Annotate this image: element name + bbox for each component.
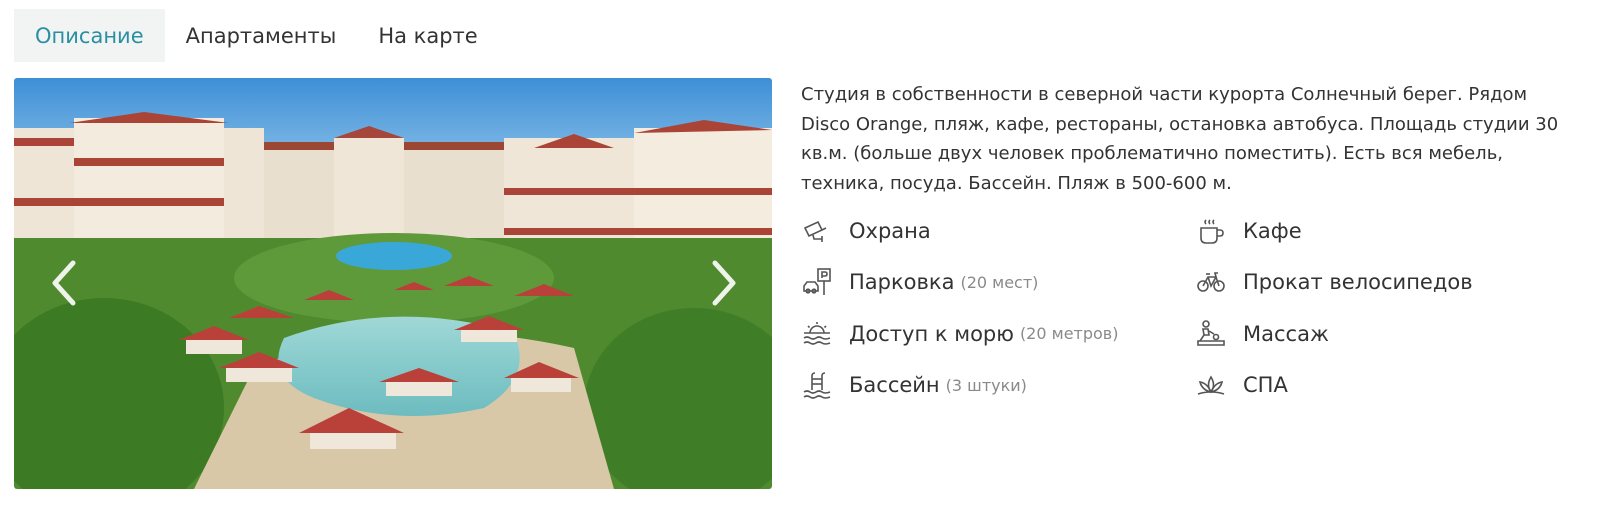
amenity-massage: Массаж bbox=[1195, 308, 1575, 360]
resort-photo bbox=[14, 78, 772, 489]
amenity-note: (20 мест) bbox=[960, 272, 1039, 292]
amenity-note: (20 метров) bbox=[1019, 324, 1119, 344]
tab-bar: Описание Апартаменты На карте bbox=[14, 9, 499, 62]
amenity-note: (3 штуки) bbox=[945, 375, 1027, 395]
next-photo-button[interactable] bbox=[698, 253, 750, 313]
amenity-label: Прокат велосипедов bbox=[1243, 270, 1473, 295]
amenity-pool: Бассейн (3 штуки) bbox=[801, 360, 1195, 412]
amenity-label: Бассейн bbox=[849, 373, 940, 398]
amenity-security: Охрана bbox=[801, 205, 1195, 257]
tab-apartments[interactable]: Апартаменты bbox=[165, 9, 358, 62]
chevron-right-icon bbox=[712, 260, 736, 306]
amenity-cafe: Кафе bbox=[1195, 205, 1575, 257]
bicycle-icon bbox=[1195, 266, 1227, 298]
previous-photo-button[interactable] bbox=[38, 253, 90, 313]
amenity-label: Доступ к морю bbox=[849, 321, 1014, 346]
amenity-bike-rental: Прокат велосипедов bbox=[1195, 257, 1575, 309]
parking-icon bbox=[801, 266, 833, 298]
pool-ladder-icon bbox=[801, 369, 833, 401]
photo-gallery[interactable] bbox=[14, 78, 772, 489]
amenity-spa: СПА bbox=[1195, 360, 1575, 412]
lotus-icon bbox=[1195, 369, 1227, 401]
chevron-left-icon bbox=[52, 260, 76, 306]
amenity-label: Охрана bbox=[849, 218, 931, 243]
coffee-cup-icon bbox=[1195, 215, 1227, 247]
amenity-label: Кафе bbox=[1243, 218, 1302, 243]
amenity-parking: Парковка (20 мест) bbox=[801, 257, 1195, 309]
sea-icon bbox=[801, 318, 833, 350]
amenity-label: СПА bbox=[1243, 373, 1288, 398]
security-camera-icon bbox=[801, 215, 833, 247]
amenity-label: Парковка bbox=[849, 270, 955, 295]
tab-map[interactable]: На карте bbox=[357, 9, 498, 62]
amenity-sea-access: Доступ к морю (20 метров) bbox=[801, 308, 1195, 360]
amenity-label: Массаж bbox=[1243, 321, 1329, 346]
tab-description[interactable]: Описание bbox=[14, 9, 165, 62]
massage-icon bbox=[1195, 318, 1227, 350]
property-description: Студия в собственности в северной части … bbox=[801, 84, 1559, 194]
amenities-list: Охрана Кафе Парковка (20 мест) Прокат ве… bbox=[801, 205, 1581, 411]
